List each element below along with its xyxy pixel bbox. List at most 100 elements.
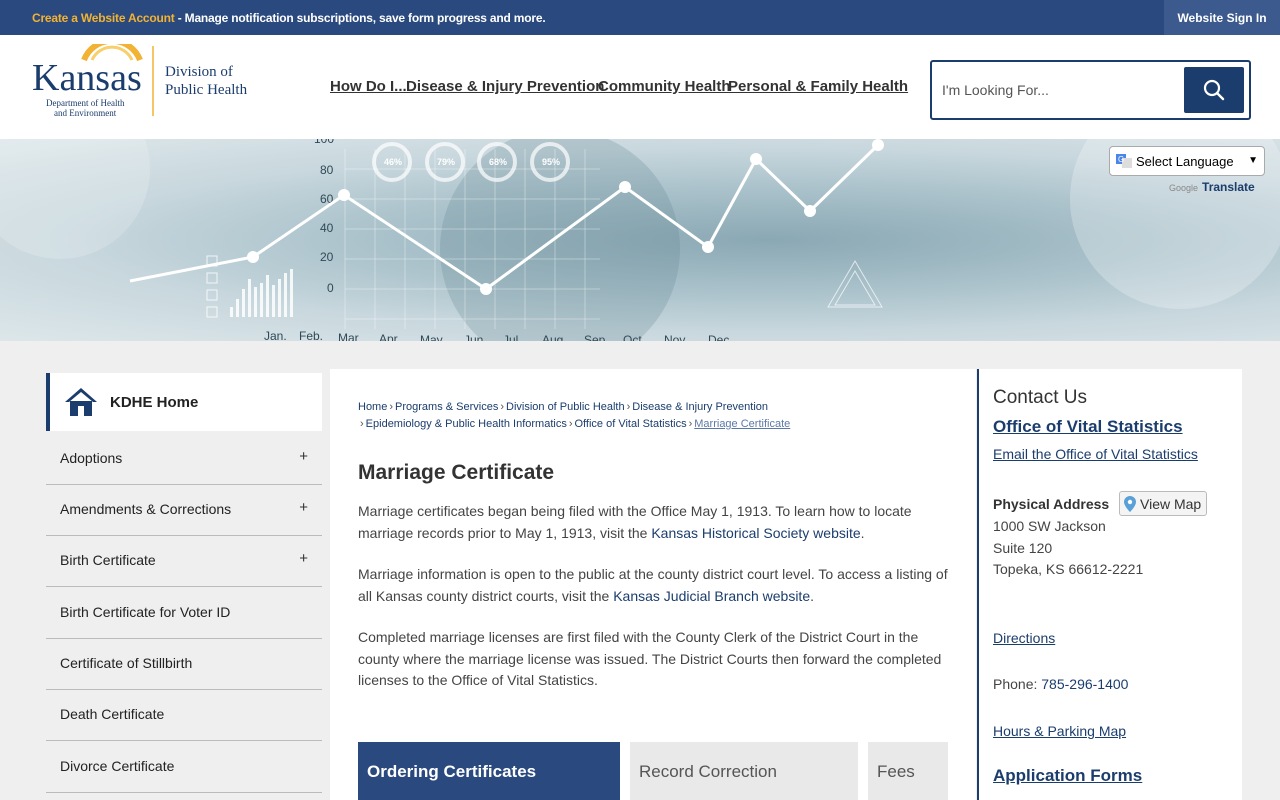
breadcrumb-disease-injury-prevention[interactable]: Disease & Injury Prevention bbox=[632, 401, 768, 413]
historical-society-link[interactable]: Kansas Historical Society website bbox=[651, 525, 860, 541]
powered-by-google: Google Translate bbox=[1169, 180, 1255, 194]
contact-panel: Contact Us Office of Vital Statistics Em… bbox=[977, 369, 1242, 800]
view-map-button[interactable]: View Map bbox=[1119, 491, 1207, 516]
banner-month: Aug bbox=[542, 333, 563, 341]
banner-month: Jul bbox=[503, 333, 518, 341]
banner-ytick: 80 bbox=[320, 163, 334, 177]
svg-text:G: G bbox=[1118, 155, 1124, 164]
banner-ytick: 20 bbox=[320, 250, 334, 264]
banner-month: Nov bbox=[664, 333, 685, 341]
sidebar-item-label[interactable]: Divorce Certificate bbox=[60, 758, 174, 774]
sidebar-item-birth-certificate-voter-id: Birth Certificate for Voter ID bbox=[46, 588, 322, 639]
nav-community-health[interactable]: Community Health bbox=[598, 78, 731, 95]
paragraph-text: . bbox=[860, 524, 865, 541]
search-button[interactable] bbox=[1184, 67, 1244, 113]
breadcrumb-separator: › bbox=[568, 418, 573, 430]
application-forms-link[interactable]: Application Forms bbox=[993, 766, 1142, 786]
banner-month: May bbox=[420, 333, 443, 341]
map-pin-icon bbox=[1124, 495, 1136, 512]
paragraph-text: . bbox=[810, 587, 814, 604]
judicial-branch-link[interactable]: Kansas Judicial Branch website bbox=[613, 588, 810, 604]
banner-month: Sep bbox=[584, 333, 606, 341]
nav-personal-family-health[interactable]: Personal & Family Health bbox=[728, 78, 908, 95]
logo-kansas-text: Kansas bbox=[32, 57, 142, 99]
page-title: Marriage Certificate bbox=[358, 461, 555, 484]
banner-month: Feb. bbox=[299, 329, 323, 341]
contact-heading: Contact Us bbox=[993, 387, 1087, 408]
breadcrumb-vital-statistics[interactable]: Office of Vital Statistics bbox=[575, 418, 687, 430]
breadcrumb-separator: › bbox=[360, 418, 364, 430]
sidebar-item-birth-certificate: Birth Certificate + bbox=[46, 536, 322, 587]
google-translate-icon: G bbox=[1116, 154, 1132, 168]
breadcrumb-current: Marriage Certificate bbox=[694, 418, 791, 430]
licenses-paragraph: Completed marriage licenses are first fi… bbox=[358, 629, 942, 688]
top-utility-bar: Create a Website Account - Manage notifi… bbox=[0, 0, 1280, 35]
sidebar-item-label[interactable]: Certificate of Stillbirth bbox=[60, 655, 192, 671]
banner-chart-graphic: 100 80 60 40 20 0 46% 79% 68% 95% Jan. F… bbox=[0, 139, 1280, 341]
kdhe-logo[interactable]: Kansas Department of Health and Environm… bbox=[32, 44, 254, 118]
search-input[interactable] bbox=[942, 76, 1172, 104]
site-search bbox=[930, 60, 1251, 120]
language-select[interactable]: G Select Language ▼ bbox=[1109, 146, 1265, 176]
breadcrumb-separator: › bbox=[688, 418, 693, 430]
logo-division-line2: Public Health bbox=[165, 82, 248, 98]
banner-percent: 46% bbox=[384, 157, 402, 167]
website-sign-in-button[interactable]: Website Sign In bbox=[1164, 0, 1280, 35]
phone-row: Phone: 785-296-1400 bbox=[993, 676, 1128, 692]
sidebar-item-death-certificate: Death Certificate bbox=[46, 690, 322, 741]
hero-banner: 100 80 60 40 20 0 46% 79% 68% 95% Jan. F… bbox=[0, 139, 1280, 341]
banner-ytick: 0 bbox=[327, 281, 334, 295]
breadcrumb-separator: › bbox=[626, 401, 631, 413]
home-icon bbox=[65, 388, 97, 416]
account-message: Create a Website Account - Manage notifi… bbox=[32, 11, 546, 25]
nav-disease-injury-prevention[interactable]: Disease & Injury Prevention bbox=[406, 78, 604, 95]
breadcrumb-separator: › bbox=[389, 401, 394, 413]
breadcrumb-programs-services[interactable]: Programs & Services bbox=[395, 401, 498, 413]
tab-ordering-certificates[interactable]: Ordering Certificates bbox=[358, 742, 620, 800]
expand-icon[interactable]: + bbox=[299, 448, 308, 465]
banner-month: Dec bbox=[708, 333, 729, 341]
intro-paragraph: Marriage certificates began being filed … bbox=[358, 501, 953, 544]
logo-division-line1: Division of bbox=[165, 64, 233, 80]
main-content: Home › Programs & Services › Division of Pub… bbox=[330, 369, 976, 800]
banner-ytick: 40 bbox=[320, 221, 334, 235]
sidebar-item-label[interactable]: Amendments & Corrections bbox=[60, 501, 231, 517]
site-header: Kansas Department of Health and Environm… bbox=[0, 35, 1280, 139]
breadcrumb-division-public-health[interactable]: Division of Public Health bbox=[506, 401, 625, 413]
sidebar-item-label[interactable]: Adoptions bbox=[60, 450, 122, 466]
sidebar-item-label[interactable]: Birth Certificate bbox=[60, 552, 156, 568]
logo-dept-line2: and Environment bbox=[54, 108, 117, 118]
view-map-label: View Map bbox=[1140, 495, 1202, 512]
sidebar-home-label: KDHE Home bbox=[110, 393, 199, 411]
sidebar-home-link[interactable]: KDHE Home bbox=[46, 373, 322, 431]
banner-month: Oct bbox=[623, 333, 642, 341]
tab-fees[interactable]: Fees bbox=[868, 742, 948, 800]
office-vital-statistics-link[interactable]: Office of Vital Statistics bbox=[993, 417, 1183, 437]
chevron-down-icon: ▼ bbox=[1248, 155, 1258, 166]
physical-address-label: Physical Address bbox=[993, 496, 1110, 512]
search-icon bbox=[1203, 79, 1225, 101]
create-account-link[interactable]: Create a Website Account bbox=[32, 11, 175, 25]
email-office-link[interactable]: Email the Office of Vital Statistics bbox=[993, 446, 1198, 462]
breadcrumb-home[interactable]: Home bbox=[358, 401, 387, 413]
banner-ytick: 100 bbox=[314, 139, 334, 146]
banner-month: Jan. bbox=[264, 329, 287, 341]
sidebar-item-stillbirth: Certificate of Stillbirth bbox=[46, 639, 322, 690]
sidebar-item-amendments: Amendments & Corrections + bbox=[46, 485, 322, 536]
sidebar-item-label[interactable]: Death Certificate bbox=[60, 706, 164, 722]
sidebar-item-label[interactable]: Birth Certificate for Voter ID bbox=[60, 604, 230, 620]
breadcrumb-epidemiology[interactable]: Epidemiology & Public Health Informatics bbox=[366, 418, 567, 430]
translate-link[interactable]: Translate bbox=[1202, 180, 1255, 194]
tab-record-correction[interactable]: Record Correction bbox=[630, 742, 858, 800]
banner-percent: 95% bbox=[542, 157, 560, 167]
banner-percent: 68% bbox=[489, 157, 507, 167]
breadcrumb-separator: › bbox=[500, 401, 504, 413]
nav-how-do-i[interactable]: How Do I... bbox=[330, 78, 407, 95]
address-line: Suite 120 bbox=[993, 540, 1053, 556]
directions-link[interactable]: Directions bbox=[993, 630, 1055, 646]
hours-parking-link[interactable]: Hours & Parking Map bbox=[993, 723, 1126, 739]
logo-dept-line1: Department of Health bbox=[46, 98, 125, 108]
phone-link[interactable]: 785-296-1400 bbox=[1041, 676, 1128, 692]
expand-icon[interactable]: + bbox=[299, 550, 308, 567]
expand-icon[interactable]: + bbox=[299, 499, 308, 516]
